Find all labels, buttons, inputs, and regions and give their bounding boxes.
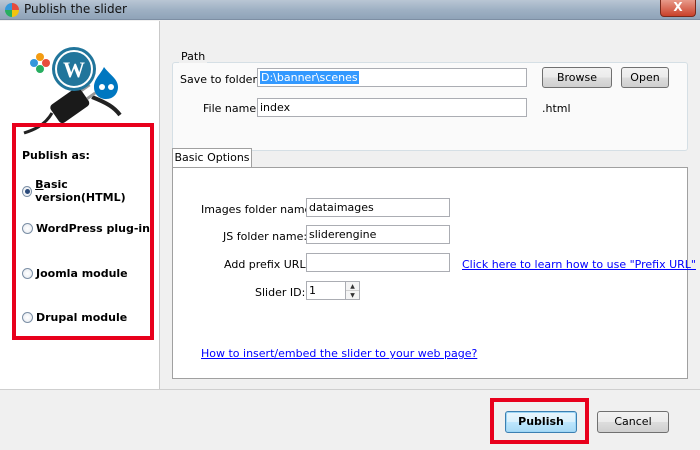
images-folder-input[interactable]: dataimages [306,198,450,217]
prefix-url-input[interactable] [306,253,450,272]
radio-button-checked[interactable] [22,185,33,197]
radio-button[interactable] [22,223,33,234]
radio-drupal-module[interactable]: Drupal module [22,311,127,324]
save-to-folder-input[interactable]: D:\banner\scenes [257,68,527,87]
window-title: Publish the slider [24,2,127,16]
js-folder-label: JS folder name: [223,230,308,243]
radio-joomla-module[interactable]: Joomla module [22,267,128,280]
cms-logos-plug-icon: W [23,47,122,135]
prefix-url-label: Add prefix URL: [224,258,310,271]
publish-as-label: Publish as: [22,149,90,162]
radio-basic-version[interactable]: Basic version(HTML) [22,178,150,204]
slider-id-input[interactable]: 1 [306,281,346,300]
right-panel: Path Save to folder: D:\banner\scenes Br… [161,21,700,389]
file-name-input[interactable]: index [257,98,527,117]
radio-label-wordpress: WordPress plug-in [36,222,150,235]
spinner-up-icon[interactable]: ▲ [346,282,359,291]
file-name-label: File name: [203,102,260,115]
svg-text:W: W [63,57,85,82]
publish-as-highlight: Publish as: Basic version(HTML) WordPres… [12,123,154,340]
app-logo-icon [5,3,19,17]
footer-bar: Publish Cancel [0,390,700,450]
file-extension-label: .html [542,102,571,115]
path-group-title: Path [179,50,208,63]
prefix-url-help-link[interactable]: Click here to learn how to use "Prefix U… [462,258,696,271]
radio-label-drupal: Drupal module [36,311,128,324]
radio-wordpress-plugin[interactable]: WordPress plug-in [22,222,150,235]
js-folder-input[interactable]: sliderengine [306,225,450,244]
publish-highlight [490,398,589,444]
save-to-folder-label: Save to folder: [180,73,261,86]
browse-button[interactable]: Browse [542,67,612,88]
cancel-button[interactable]: Cancel [597,411,669,433]
tab-basic-options[interactable]: Basic Options [172,148,252,168]
radio-label-joomla: Joomla module [36,267,128,280]
title-bar: Publish the slider X [0,0,700,20]
open-button[interactable]: Open [621,67,669,88]
basic-options-pane: Images folder name: dataimages JS folder… [172,167,696,379]
slider-id-spinner[interactable]: ▲ ▼ [346,281,360,300]
radio-button[interactable] [22,268,33,279]
embed-help-link[interactable]: How to insert/embed the slider to your w… [201,347,477,360]
spinner-down-icon[interactable]: ▼ [346,291,359,300]
radio-label-basic: Basic version(HTML) [35,178,126,204]
left-panel: W Publish as: Basic version(HTML) WordPr… [0,21,160,389]
close-button[interactable]: X [660,0,696,17]
slider-id-label: Slider ID: [255,286,306,299]
images-folder-label: Images folder name: [201,203,316,216]
radio-button[interactable] [22,312,33,323]
